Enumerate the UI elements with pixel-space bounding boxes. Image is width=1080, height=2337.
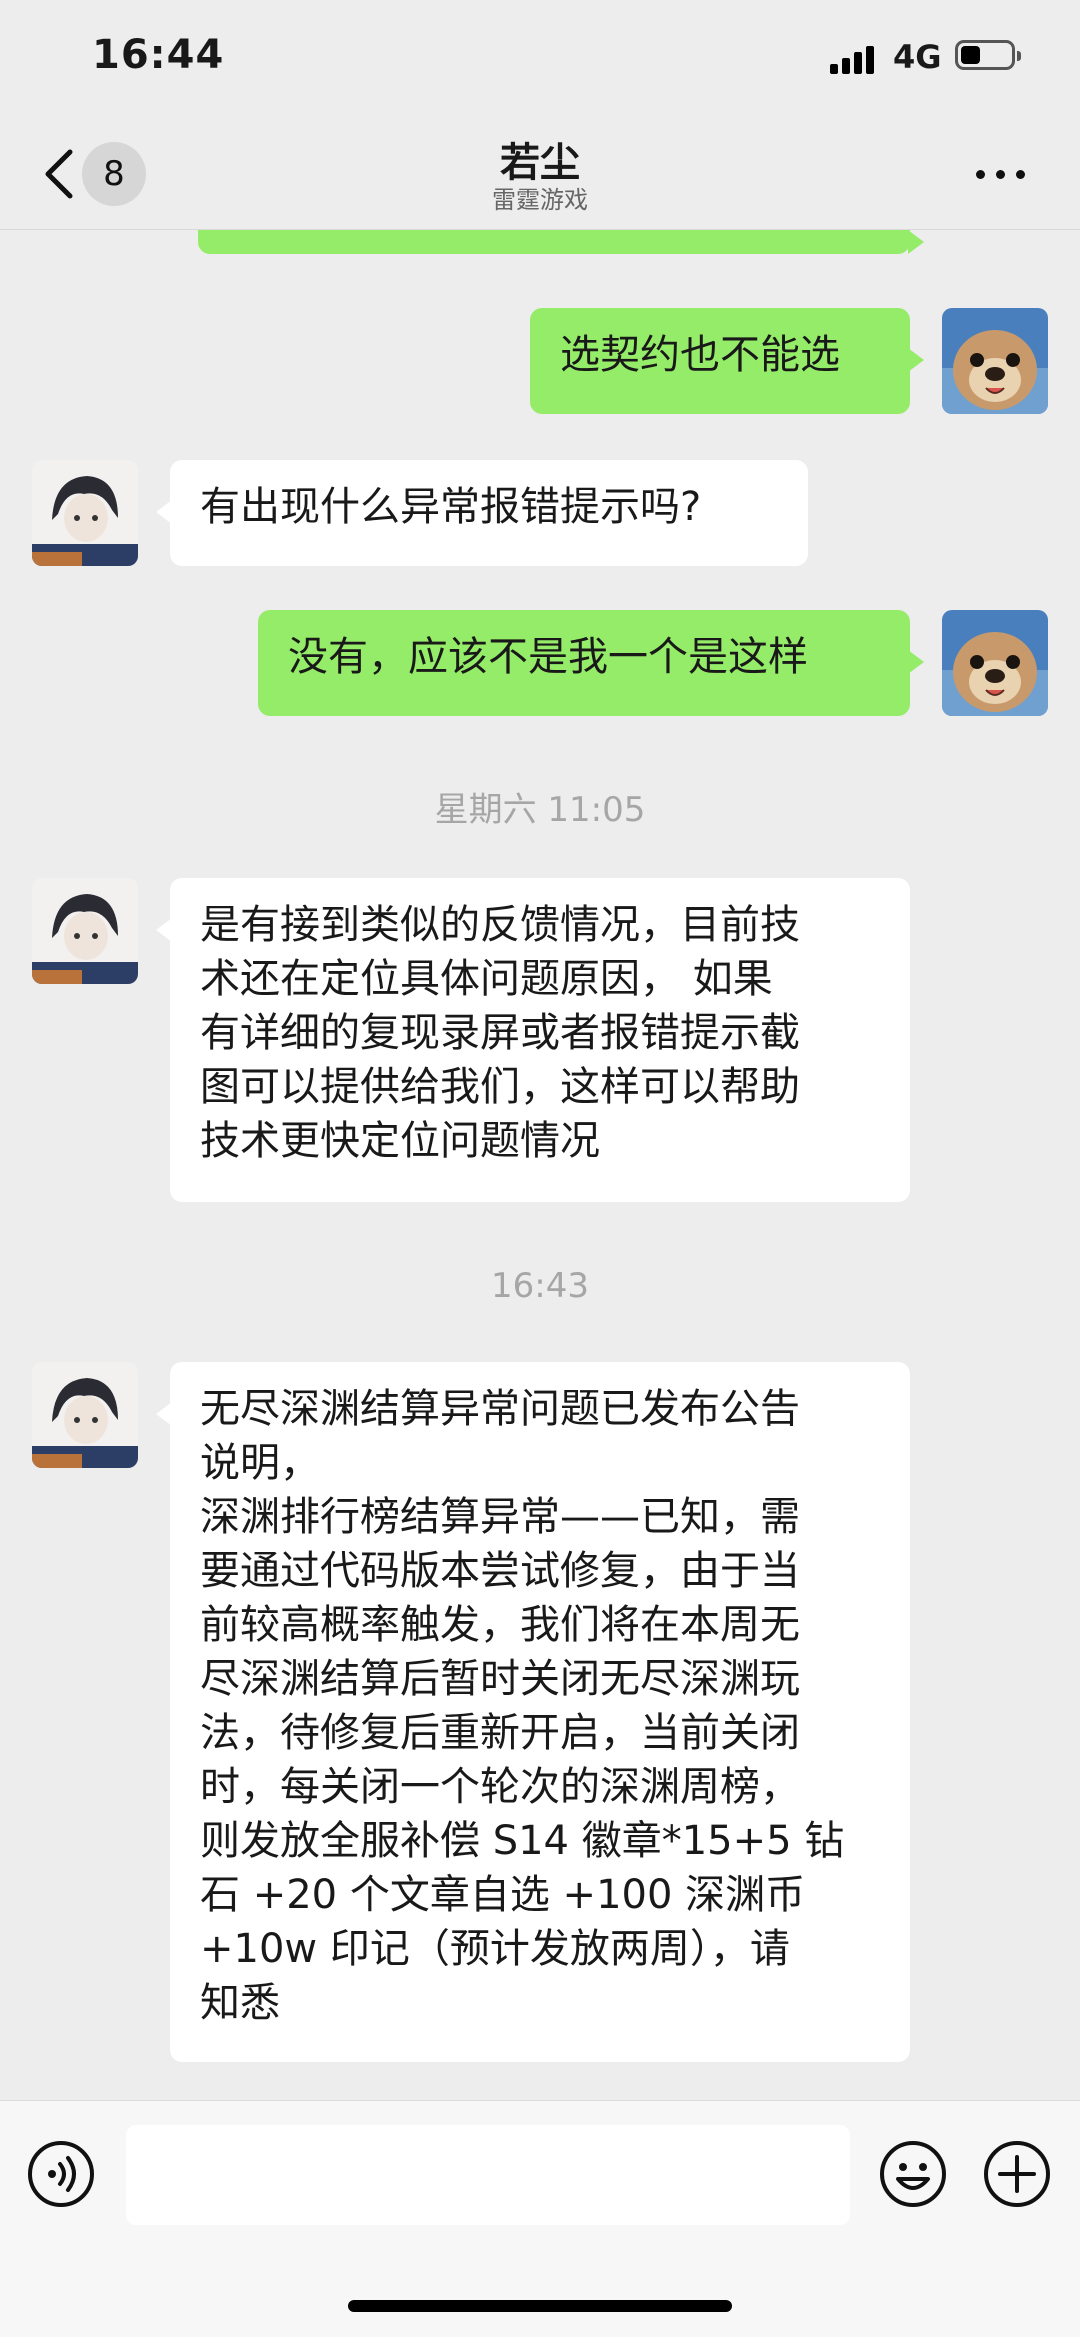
otter-avatar-icon — [942, 610, 1048, 716]
home-indicator[interactable] — [348, 2300, 732, 2312]
self-avatar[interactable] — [942, 610, 1048, 716]
message-input[interactable] — [126, 2125, 850, 2225]
battery-icon — [955, 40, 1021, 70]
network-type: 4G — [893, 38, 942, 76]
message-bubble-incoming[interactable]: 是有接到类似的反馈情况，目前技 术还在定位具体问题原因， 如果 有详细的复现录屏… — [156, 878, 910, 1202]
plus-icon — [984, 2141, 1050, 2207]
anime-avatar-icon — [32, 1362, 138, 1468]
voice-button[interactable] — [26, 2139, 96, 2209]
timestamp: 星期六 11:05 — [434, 790, 646, 830]
voice-icon — [28, 2141, 94, 2207]
message-bubble-outgoing[interactable]: 没有，应该不是我一个是这样 — [258, 610, 924, 716]
otter-avatar-icon — [942, 308, 1048, 414]
chat-header: 8 若尘 雷霆游戏 — [0, 120, 1080, 230]
contact-avatar[interactable] — [32, 878, 138, 984]
chat-subtitle: 雷霆游戏 — [492, 186, 588, 214]
message-list[interactable]: 选契约也不能选 有出现什么异常报错提示吗? 没有，应该不是我一个是这样 星期六 … — [0, 230, 1080, 2100]
self-avatar[interactable] — [942, 308, 1048, 414]
contact-avatar[interactable] — [32, 1362, 138, 1468]
anime-avatar-icon — [32, 460, 138, 566]
status-time: 16:44 — [92, 32, 225, 78]
emoji-button[interactable] — [878, 2139, 948, 2209]
message-bubble-incoming[interactable]: 有出现什么异常报错提示吗? — [156, 460, 808, 566]
message-bubble-outgoing[interactable]: 选契约也不能选 — [530, 308, 924, 414]
timestamp: 16:43 — [491, 1266, 589, 1306]
message-bubble-partial[interactable] — [198, 230, 924, 254]
more-button[interactable] — [976, 164, 1032, 184]
anime-avatar-icon — [32, 878, 138, 984]
contact-avatar[interactable] — [32, 460, 138, 566]
signal-icon — [830, 44, 880, 74]
more-dots-icon — [976, 170, 985, 179]
plus-button[interactable] — [982, 2139, 1052, 2209]
status-bar: 16:44 4G — [0, 0, 1080, 120]
emoji-icon — [880, 2141, 946, 2207]
message-bubble-incoming[interactable]: 无尽深渊结算异常问题已发布公告 说明， 深渊排行榜结算异常——已知，需 要通过代… — [156, 1362, 910, 2062]
